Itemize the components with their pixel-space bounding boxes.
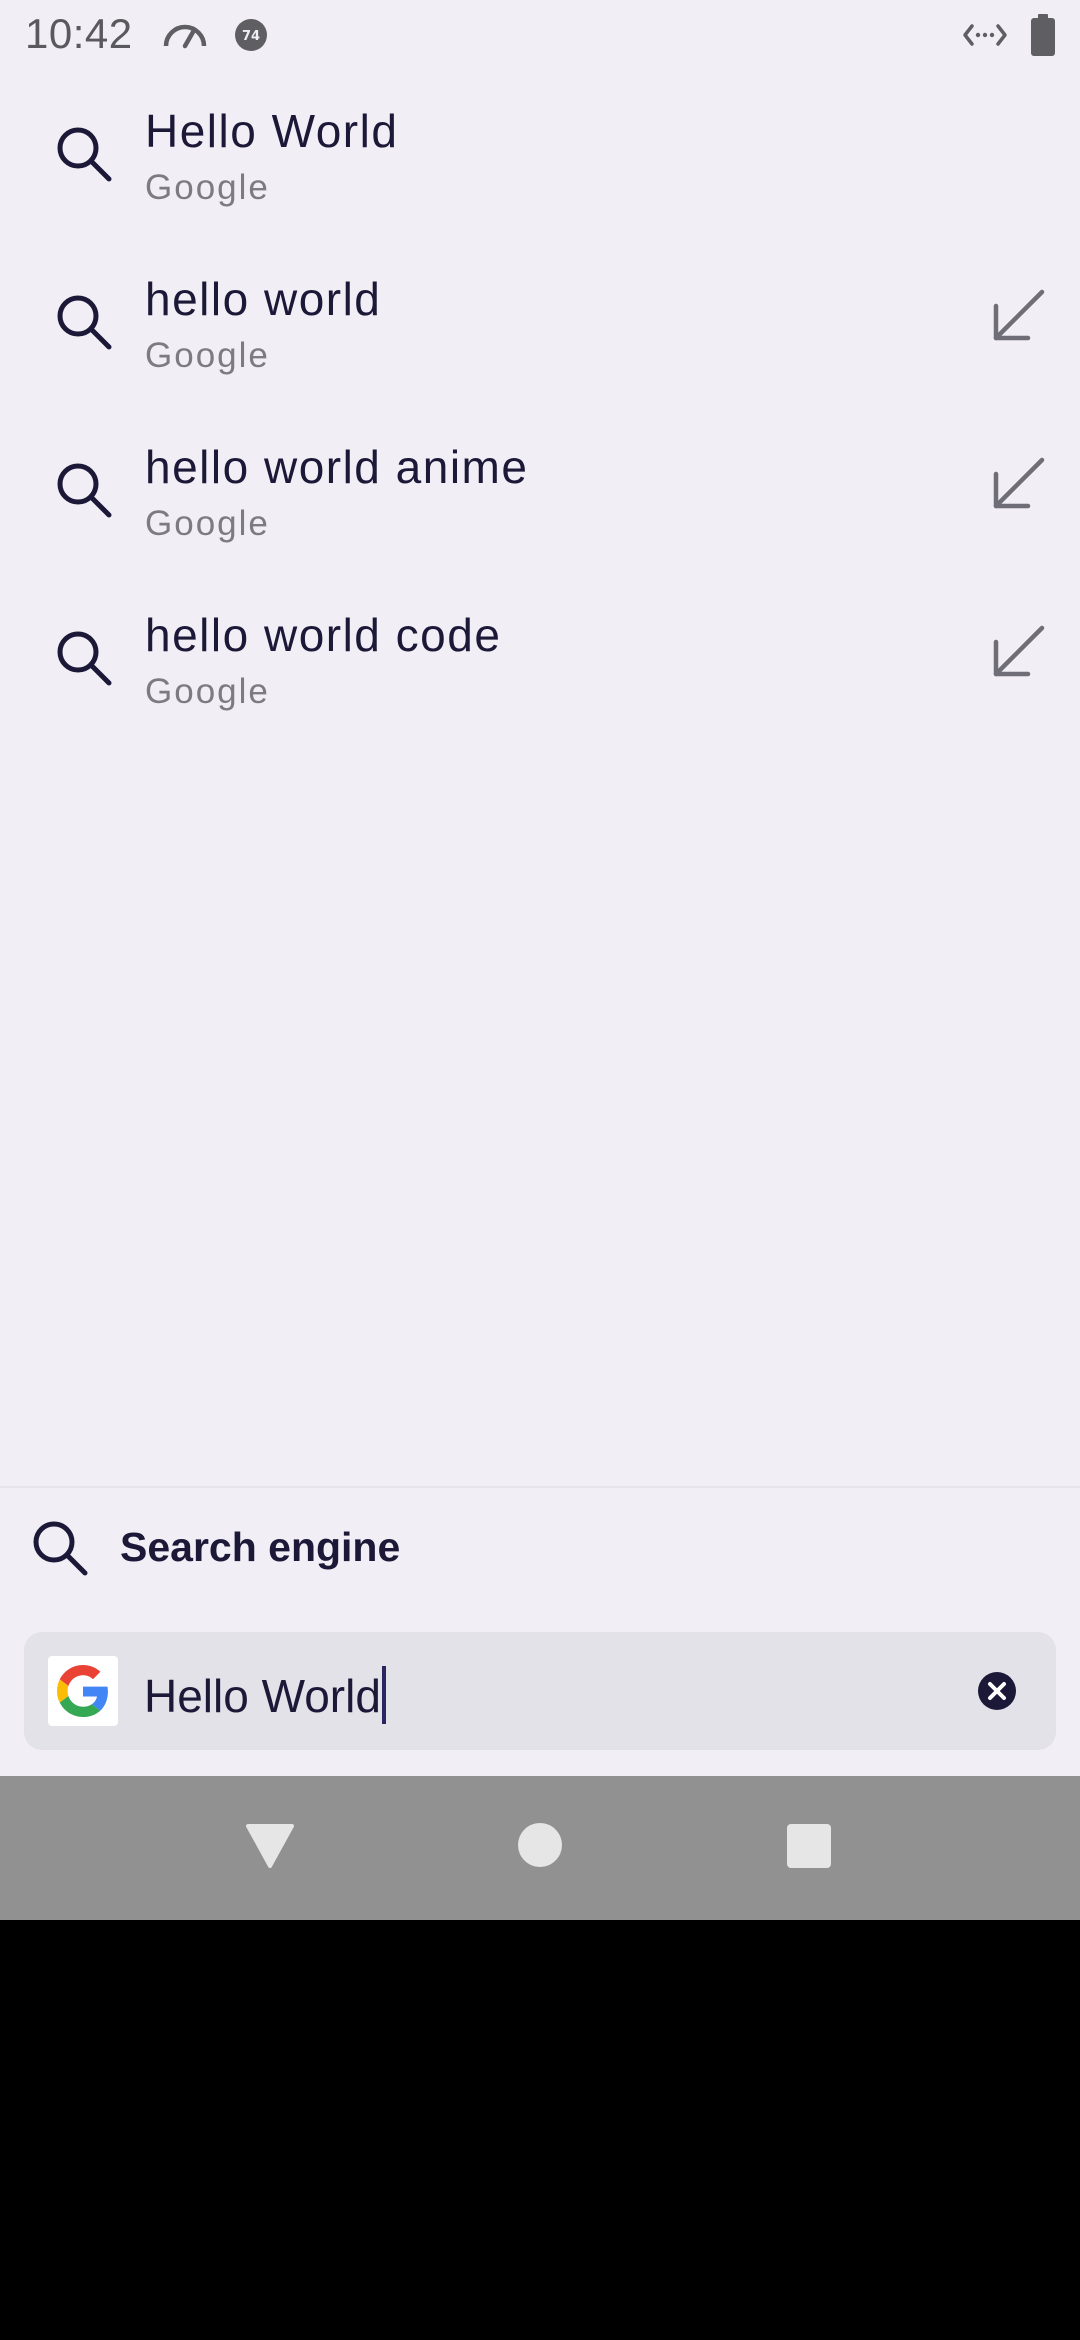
google-logo-icon — [57, 1665, 108, 1717]
suggestion-source: Google — [145, 672, 270, 711]
suggestion-title: hello world anime — [145, 441, 529, 493]
suggestion-title: Hello World — [145, 105, 399, 157]
search-engine-row[interactable]: Search engine — [0, 1500, 1080, 1600]
status-bar: 10:42 74 — [0, 0, 1080, 72]
suggestion-title: hello world — [145, 273, 382, 325]
status-time: 10:42 — [25, 10, 133, 57]
fill-arrow-icon[interactable] — [990, 624, 1046, 680]
fill-arrow-icon[interactable] — [990, 288, 1046, 344]
search-engine-label: Search engine — [120, 1524, 401, 1570]
search-icon — [33, 1521, 88, 1576]
suggestion-item[interactable]: hello world anime Google — [0, 408, 1080, 576]
notification-badge-icon: 74 — [235, 19, 267, 51]
search-icon — [57, 463, 112, 518]
recents-icon[interactable] — [786, 1823, 832, 1869]
toolbar-divider — [0, 1486, 1080, 1488]
search-icon — [57, 295, 112, 350]
clear-icon[interactable] — [976, 1670, 1018, 1712]
search-engine-button[interactable] — [48, 1656, 118, 1726]
search-icon — [57, 631, 112, 686]
search-input-value[interactable]: Hello World — [144, 1666, 386, 1724]
back-icon[interactable] — [244, 1822, 296, 1870]
fill-arrow-icon[interactable] — [990, 456, 1046, 512]
suggestion-source: Google — [145, 504, 270, 543]
search-input[interactable]: Hello World — [24, 1632, 1056, 1750]
code-arrows-icon — [963, 24, 1007, 46]
navigation-bar — [0, 1776, 1080, 1920]
text-caret — [381, 1666, 386, 1724]
svg-text:74: 74 — [242, 29, 260, 44]
search-icon — [57, 127, 112, 182]
suggestion-item[interactable]: hello world Google — [0, 240, 1080, 408]
suggestion-source: Google — [145, 168, 270, 207]
speedometer-icon — [163, 24, 207, 49]
suggestion-item[interactable]: hello world code Google — [0, 576, 1080, 744]
suggestion-source: Google — [145, 336, 270, 375]
battery-icon — [1031, 14, 1055, 56]
suggestion-item[interactable]: Hello World Google — [0, 72, 1080, 240]
suggestion-title: hello world code — [145, 609, 502, 661]
home-icon[interactable] — [517, 1822, 563, 1868]
browser-screen: 10:42 74 Hello World Google hello world … — [0, 0, 1080, 1776]
